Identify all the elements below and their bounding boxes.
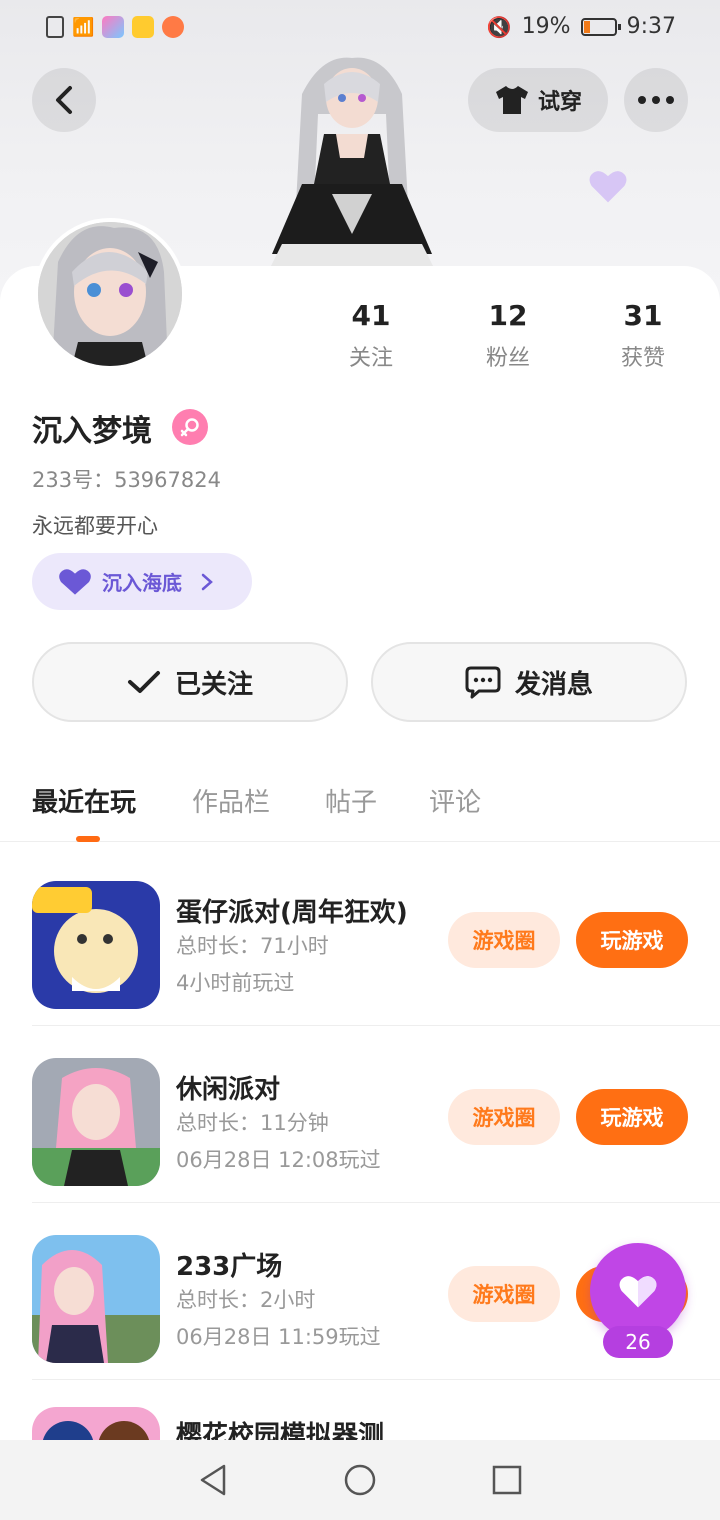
- home-circle-icon[interactable]: [343, 1463, 377, 1497]
- game-title: 蛋仔派对(周年狂欢): [176, 898, 408, 928]
- recents-square-icon[interactable]: [492, 1465, 522, 1495]
- tab-comments[interactable]: 评论: [429, 782, 481, 819]
- game-duration: 总时长：71小时: [176, 934, 329, 958]
- avatar-3d-model[interactable]: [262, 54, 442, 270]
- tab-works[interactable]: 作品栏: [192, 782, 270, 819]
- status-bar: 📶 🔇 19% 9:37: [0, 0, 720, 56]
- game-title: 休闲派对: [176, 1075, 281, 1105]
- back-triangle-icon[interactable]: [198, 1463, 228, 1497]
- try-on-label: 试穿: [537, 90, 582, 115]
- battery-icon: [580, 17, 621, 36]
- avatar[interactable]: [34, 218, 186, 370]
- floating-like-button[interactable]: [590, 1243, 686, 1339]
- app-icon: [102, 16, 125, 38]
- username: 沉入梦境: [32, 414, 152, 449]
- guild-badge[interactable]: 沉入海底: [32, 553, 252, 610]
- system-nav-bar: [0, 1440, 720, 1520]
- mute-icon: 🔇: [486, 14, 512, 39]
- more-dots-icon: [638, 96, 674, 104]
- more-button[interactable]: [624, 68, 688, 132]
- checkmark-icon: [127, 671, 160, 693]
- game-list-item[interactable]: 休闲派对 总时长：11分钟 06月28日 12:08玩过 游戏圈 玩游戏: [32, 1027, 720, 1203]
- wifi-icon: 📶: [72, 16, 95, 38]
- game-circle-button[interactable]: 游戏圈: [448, 1266, 560, 1322]
- game-icon: [32, 1235, 160, 1363]
- battery-percent: 19%: [521, 14, 571, 39]
- game-cover-image: [32, 881, 160, 1009]
- profile-tabs: 最近在玩 作品栏 帖子 评论: [0, 770, 720, 842]
- game-circle-button[interactable]: 游戏圈: [448, 912, 560, 968]
- stat-following-label: 关注: [348, 346, 393, 371]
- game-circle-button[interactable]: 游戏圈: [448, 1089, 560, 1145]
- app-icon: [162, 16, 185, 38]
- stat-likes-count: 31: [623, 299, 663, 332]
- stat-following-count: 41: [351, 299, 391, 332]
- guild-name: 沉入海底: [102, 571, 182, 595]
- tab-posts[interactable]: 帖子: [325, 782, 377, 819]
- clock: 9:37: [626, 14, 676, 39]
- chat-bubble-icon: [465, 666, 501, 699]
- alert-icon: [46, 16, 64, 38]
- game-list-item[interactable]: 蛋仔派对(周年狂欢) 总时长：71小时 4小时前玩过 游戏圈 玩游戏: [32, 850, 720, 1026]
- game-last-played: 4小时前玩过: [176, 971, 295, 995]
- avatar-image: [38, 222, 182, 366]
- stat-following[interactable]: 41 关注: [316, 300, 426, 372]
- send-message-button[interactable]: 发消息: [371, 642, 687, 722]
- stat-followers-label: 粉丝: [485, 346, 530, 371]
- game-last-played: 06月28日 11:59玩过: [176, 1325, 381, 1349]
- like-count-badge: 26: [603, 1326, 673, 1358]
- game-icon: [32, 1058, 160, 1186]
- game-duration: 总时长：11分钟: [176, 1111, 329, 1135]
- active-tab-indicator: [76, 836, 100, 842]
- user-bio: 永远都要开心: [32, 514, 158, 538]
- followed-button[interactable]: 已关注: [32, 642, 348, 722]
- play-game-button[interactable]: 玩游戏: [576, 912, 688, 968]
- tab-recently-played[interactable]: 最近在玩: [32, 782, 136, 819]
- shirt-icon: [495, 86, 528, 114]
- heart-icon: [589, 171, 627, 203]
- app-icon: [132, 16, 155, 38]
- stat-followers-count: 12: [488, 299, 528, 332]
- game-title: 233广场: [176, 1252, 283, 1282]
- stat-likes[interactable]: 31 获赞: [588, 300, 698, 372]
- chevron-right-icon: [201, 573, 213, 590]
- back-arrow-icon: [56, 86, 72, 114]
- stat-likes-label: 获赞: [620, 346, 665, 371]
- back-button[interactable]: [32, 68, 96, 132]
- user-id: 233号：53967824: [32, 468, 221, 492]
- send-message-label: 发消息: [514, 669, 593, 700]
- heart-icon: [619, 1276, 657, 1308]
- stat-followers[interactable]: 12 粉丝: [453, 300, 563, 372]
- female-gender-icon: [172, 409, 208, 445]
- female-symbol-icon: [180, 418, 199, 437]
- game-cover-image: [32, 1235, 160, 1363]
- followed-label: 已关注: [174, 669, 253, 700]
- try-on-button[interactable]: 试穿: [468, 68, 608, 132]
- play-game-button[interactable]: 玩游戏: [576, 1089, 688, 1145]
- game-icon: [32, 881, 160, 1009]
- game-last-played: 06月28日 12:08玩过: [176, 1148, 381, 1172]
- game-duration: 总时长：2小时: [176, 1288, 316, 1312]
- heart-icon: [59, 568, 91, 595]
- game-cover-image: [32, 1058, 160, 1186]
